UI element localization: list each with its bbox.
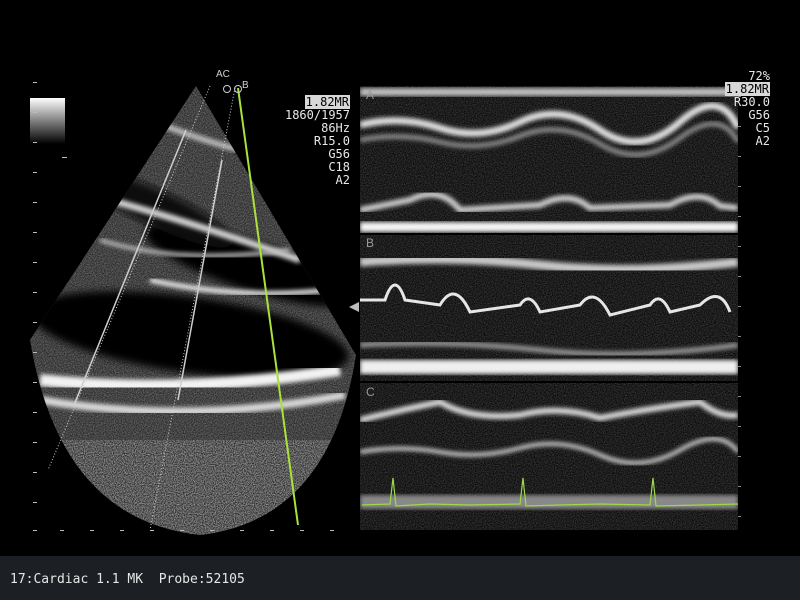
panel-letter-c: C [366,385,375,399]
panel-letter-b: B [366,236,375,250]
sweep-arrow-icon [349,302,359,312]
parameter-block-left: 1.82MR 1860/1957 86Hz R15.0 G56 C18 A2 [262,95,350,187]
cursor-label-ac: AC [216,69,230,80]
param-acoustic: A2 [335,173,350,187]
cursor-handle-ac[interactable] [223,85,231,93]
ultrasound-screen: AC B A B C 1.82MR 1860/1957 86Hz R15.0 G… [0,0,800,600]
cursor-label-b: B [242,80,249,91]
mmode-panel-a [360,86,738,234]
ultrasound-image [30,82,741,535]
parameter-block-right: 72% 1.82MR R30.0 G56 C5 A2 [700,70,770,148]
image-viewport: AC B A B C 1.82MR 1860/1957 86Hz R15.0 G… [0,0,800,556]
mmode-panel-b [360,234,738,382]
greyscale-bar [30,98,65,144]
panel-letter-a: A [366,88,375,102]
param-acoustic-right: A2 [755,134,770,148]
status-text: 17:Cardiac 1.1 MK Probe:52105 [10,572,245,587]
status-bar: 17:Cardiac 1.1 MK Probe:52105 [0,556,800,600]
mmode-panel-c [360,382,738,530]
